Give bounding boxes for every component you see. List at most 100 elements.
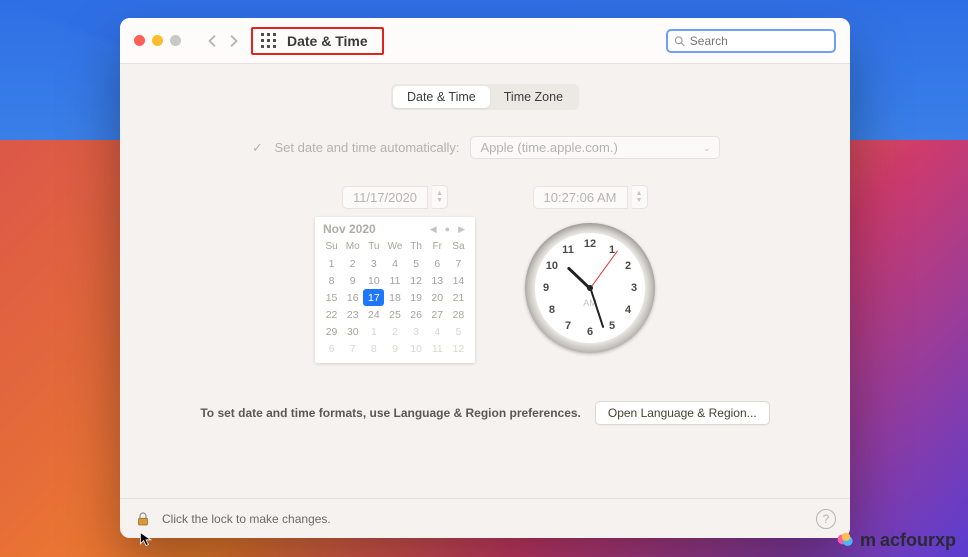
calendar-weekday: We bbox=[384, 238, 405, 255]
back-button[interactable] bbox=[201, 30, 223, 52]
calendar-day[interactable]: 16 bbox=[342, 289, 363, 306]
calendar-day[interactable]: 7 bbox=[342, 340, 363, 357]
calendar-weekday: Su bbox=[321, 238, 342, 255]
time-field[interactable]: 10:27:06 AM ▲▼ bbox=[533, 185, 648, 209]
calendar-day[interactable]: 6 bbox=[321, 340, 342, 357]
calendar-day[interactable]: 10 bbox=[406, 340, 427, 357]
tab-date-time[interactable]: Date & Time bbox=[393, 86, 490, 108]
forward-button[interactable] bbox=[223, 30, 245, 52]
pane-title-highlight: Date & Time bbox=[251, 27, 384, 55]
calendar-day[interactable]: 4 bbox=[384, 255, 405, 272]
toolbar-search[interactable] bbox=[666, 29, 836, 53]
calendar-day[interactable]: 24 bbox=[363, 306, 384, 323]
search-input[interactable] bbox=[690, 34, 828, 48]
calendar-day[interactable]: 5 bbox=[406, 255, 427, 272]
calendar-day[interactable]: 6 bbox=[427, 255, 448, 272]
calendar-day[interactable]: 1 bbox=[363, 323, 384, 340]
calendar-day[interactable]: 3 bbox=[406, 323, 427, 340]
close-window-button[interactable] bbox=[134, 35, 145, 46]
calendar-day[interactable]: 10 bbox=[363, 272, 384, 289]
clock-numeral: 3 bbox=[631, 282, 637, 294]
calendar-day[interactable]: 7 bbox=[448, 255, 469, 272]
calendar-day[interactable]: 13 bbox=[427, 272, 448, 289]
calendar-day[interactable]: 19 bbox=[406, 289, 427, 306]
time-server-dropdown[interactable]: Apple (time.apple.com.) ⌄ bbox=[470, 136, 720, 159]
clock-numeral: 10 bbox=[546, 260, 558, 272]
calendar-day[interactable]: 3 bbox=[363, 255, 384, 272]
help-button[interactable]: ? bbox=[816, 509, 836, 529]
chevron-down-icon: ⌄ bbox=[703, 143, 711, 154]
calendar-day[interactable]: 4 bbox=[427, 323, 448, 340]
calendar-weekday: Tu bbox=[363, 238, 384, 255]
clock-numeral: 11 bbox=[562, 244, 574, 256]
calendar-day[interactable]: 2 bbox=[342, 255, 363, 272]
show-all-icon[interactable] bbox=[261, 33, 277, 49]
calendar-day[interactable]: 8 bbox=[321, 272, 342, 289]
calendar-day[interactable]: 28 bbox=[448, 306, 469, 323]
calendar-day[interactable]: 27 bbox=[427, 306, 448, 323]
date-stepper-icon[interactable]: ▲▼ bbox=[432, 185, 448, 209]
mouse-cursor-icon bbox=[138, 531, 154, 547]
calendar-day[interactable]: 11 bbox=[384, 272, 405, 289]
system-preferences-window: Date & Time Date & Time Time Zone ✓ Set … bbox=[120, 18, 850, 538]
calendar-day[interactable]: 2 bbox=[384, 323, 405, 340]
calendar-grid: SuMoTuWeThFrSa 1234567891011121314151617… bbox=[321, 238, 469, 357]
date-field[interactable]: 11/17/2020 ▲▼ bbox=[342, 185, 448, 209]
calendar-prev-button[interactable]: ◀ bbox=[428, 224, 439, 235]
brand-text: acfourxp bbox=[880, 530, 956, 551]
search-icon bbox=[674, 35, 685, 47]
minimize-window-button[interactable] bbox=[152, 35, 163, 46]
calendar-weekday: Mo bbox=[342, 238, 363, 255]
clock-numeral: 9 bbox=[543, 282, 549, 294]
clock-numeral: 6 bbox=[587, 326, 593, 338]
clock-numeral: 4 bbox=[625, 304, 631, 316]
calendar-day[interactable]: 9 bbox=[342, 272, 363, 289]
calendar-day[interactable]: 29 bbox=[321, 323, 342, 340]
zoom-window-button[interactable] bbox=[170, 35, 181, 46]
pane-title: Date & Time bbox=[287, 33, 368, 49]
calendar-day[interactable]: 23 bbox=[342, 306, 363, 323]
calendar-weekday: Th bbox=[406, 238, 427, 255]
calendar-day[interactable]: 18 bbox=[384, 289, 405, 306]
calendar-day[interactable]: 21 bbox=[448, 289, 469, 306]
auto-label: Set date and time automatically: bbox=[275, 140, 460, 155]
clock-numeral: 12 bbox=[584, 238, 596, 250]
clock-pin bbox=[587, 285, 593, 291]
calendar-weekday: Fr bbox=[427, 238, 448, 255]
format-note: To set date and time formats, use Langua… bbox=[200, 406, 581, 420]
calendar-day[interactable]: 14 bbox=[448, 272, 469, 289]
calendar-day[interactable]: 12 bbox=[406, 272, 427, 289]
calendar-day[interactable]: 8 bbox=[363, 340, 384, 357]
calendar-month-label: Nov 2020 bbox=[323, 222, 424, 236]
lock-icon[interactable] bbox=[134, 510, 152, 528]
calendar-day[interactable]: 15 bbox=[321, 289, 342, 306]
calendar-day[interactable]: 22 bbox=[321, 306, 342, 323]
calendar-day[interactable]: 25 bbox=[384, 306, 405, 323]
calendar-day[interactable]: 17 bbox=[363, 289, 384, 306]
clock-numeral: 8 bbox=[549, 304, 555, 316]
tab-time-zone[interactable]: Time Zone bbox=[490, 86, 577, 108]
calendar-day[interactable]: 12 bbox=[448, 340, 469, 357]
clock-numeral: 7 bbox=[565, 320, 571, 332]
calendar-next-button[interactable]: ▶ bbox=[456, 224, 467, 235]
calendar-day[interactable]: 30 bbox=[342, 323, 363, 340]
time-stepper-icon[interactable]: ▲▼ bbox=[632, 185, 648, 209]
lock-message: Click the lock to make changes. bbox=[162, 512, 331, 526]
auto-checkbox[interactable]: ✓ bbox=[251, 140, 265, 156]
calendar[interactable]: Nov 2020 ◀ ● ▶ SuMoTuWeThFrSa 1234567891… bbox=[315, 217, 475, 363]
watermark-brand: macfourxp bbox=[836, 530, 956, 551]
calendar-day[interactable]: 26 bbox=[406, 306, 427, 323]
calendar-day[interactable]: 11 bbox=[427, 340, 448, 357]
clock-numeral: 5 bbox=[609, 320, 615, 332]
calendar-today-button[interactable]: ● bbox=[443, 224, 452, 234]
open-language-region-button[interactable]: Open Language & Region... bbox=[595, 401, 770, 425]
calendar-day[interactable]: 1 bbox=[321, 255, 342, 272]
calendar-day[interactable]: 9 bbox=[384, 340, 405, 357]
tab-segment: Date & Time Time Zone bbox=[391, 84, 579, 110]
calendar-weekday: Sa bbox=[448, 238, 469, 255]
time-server-value: Apple (time.apple.com.) bbox=[481, 140, 618, 155]
calendar-day[interactable]: 20 bbox=[427, 289, 448, 306]
window-toolbar: Date & Time bbox=[120, 18, 850, 64]
calendar-day[interactable]: 5 bbox=[448, 323, 469, 340]
window-traffic-lights bbox=[134, 35, 181, 46]
